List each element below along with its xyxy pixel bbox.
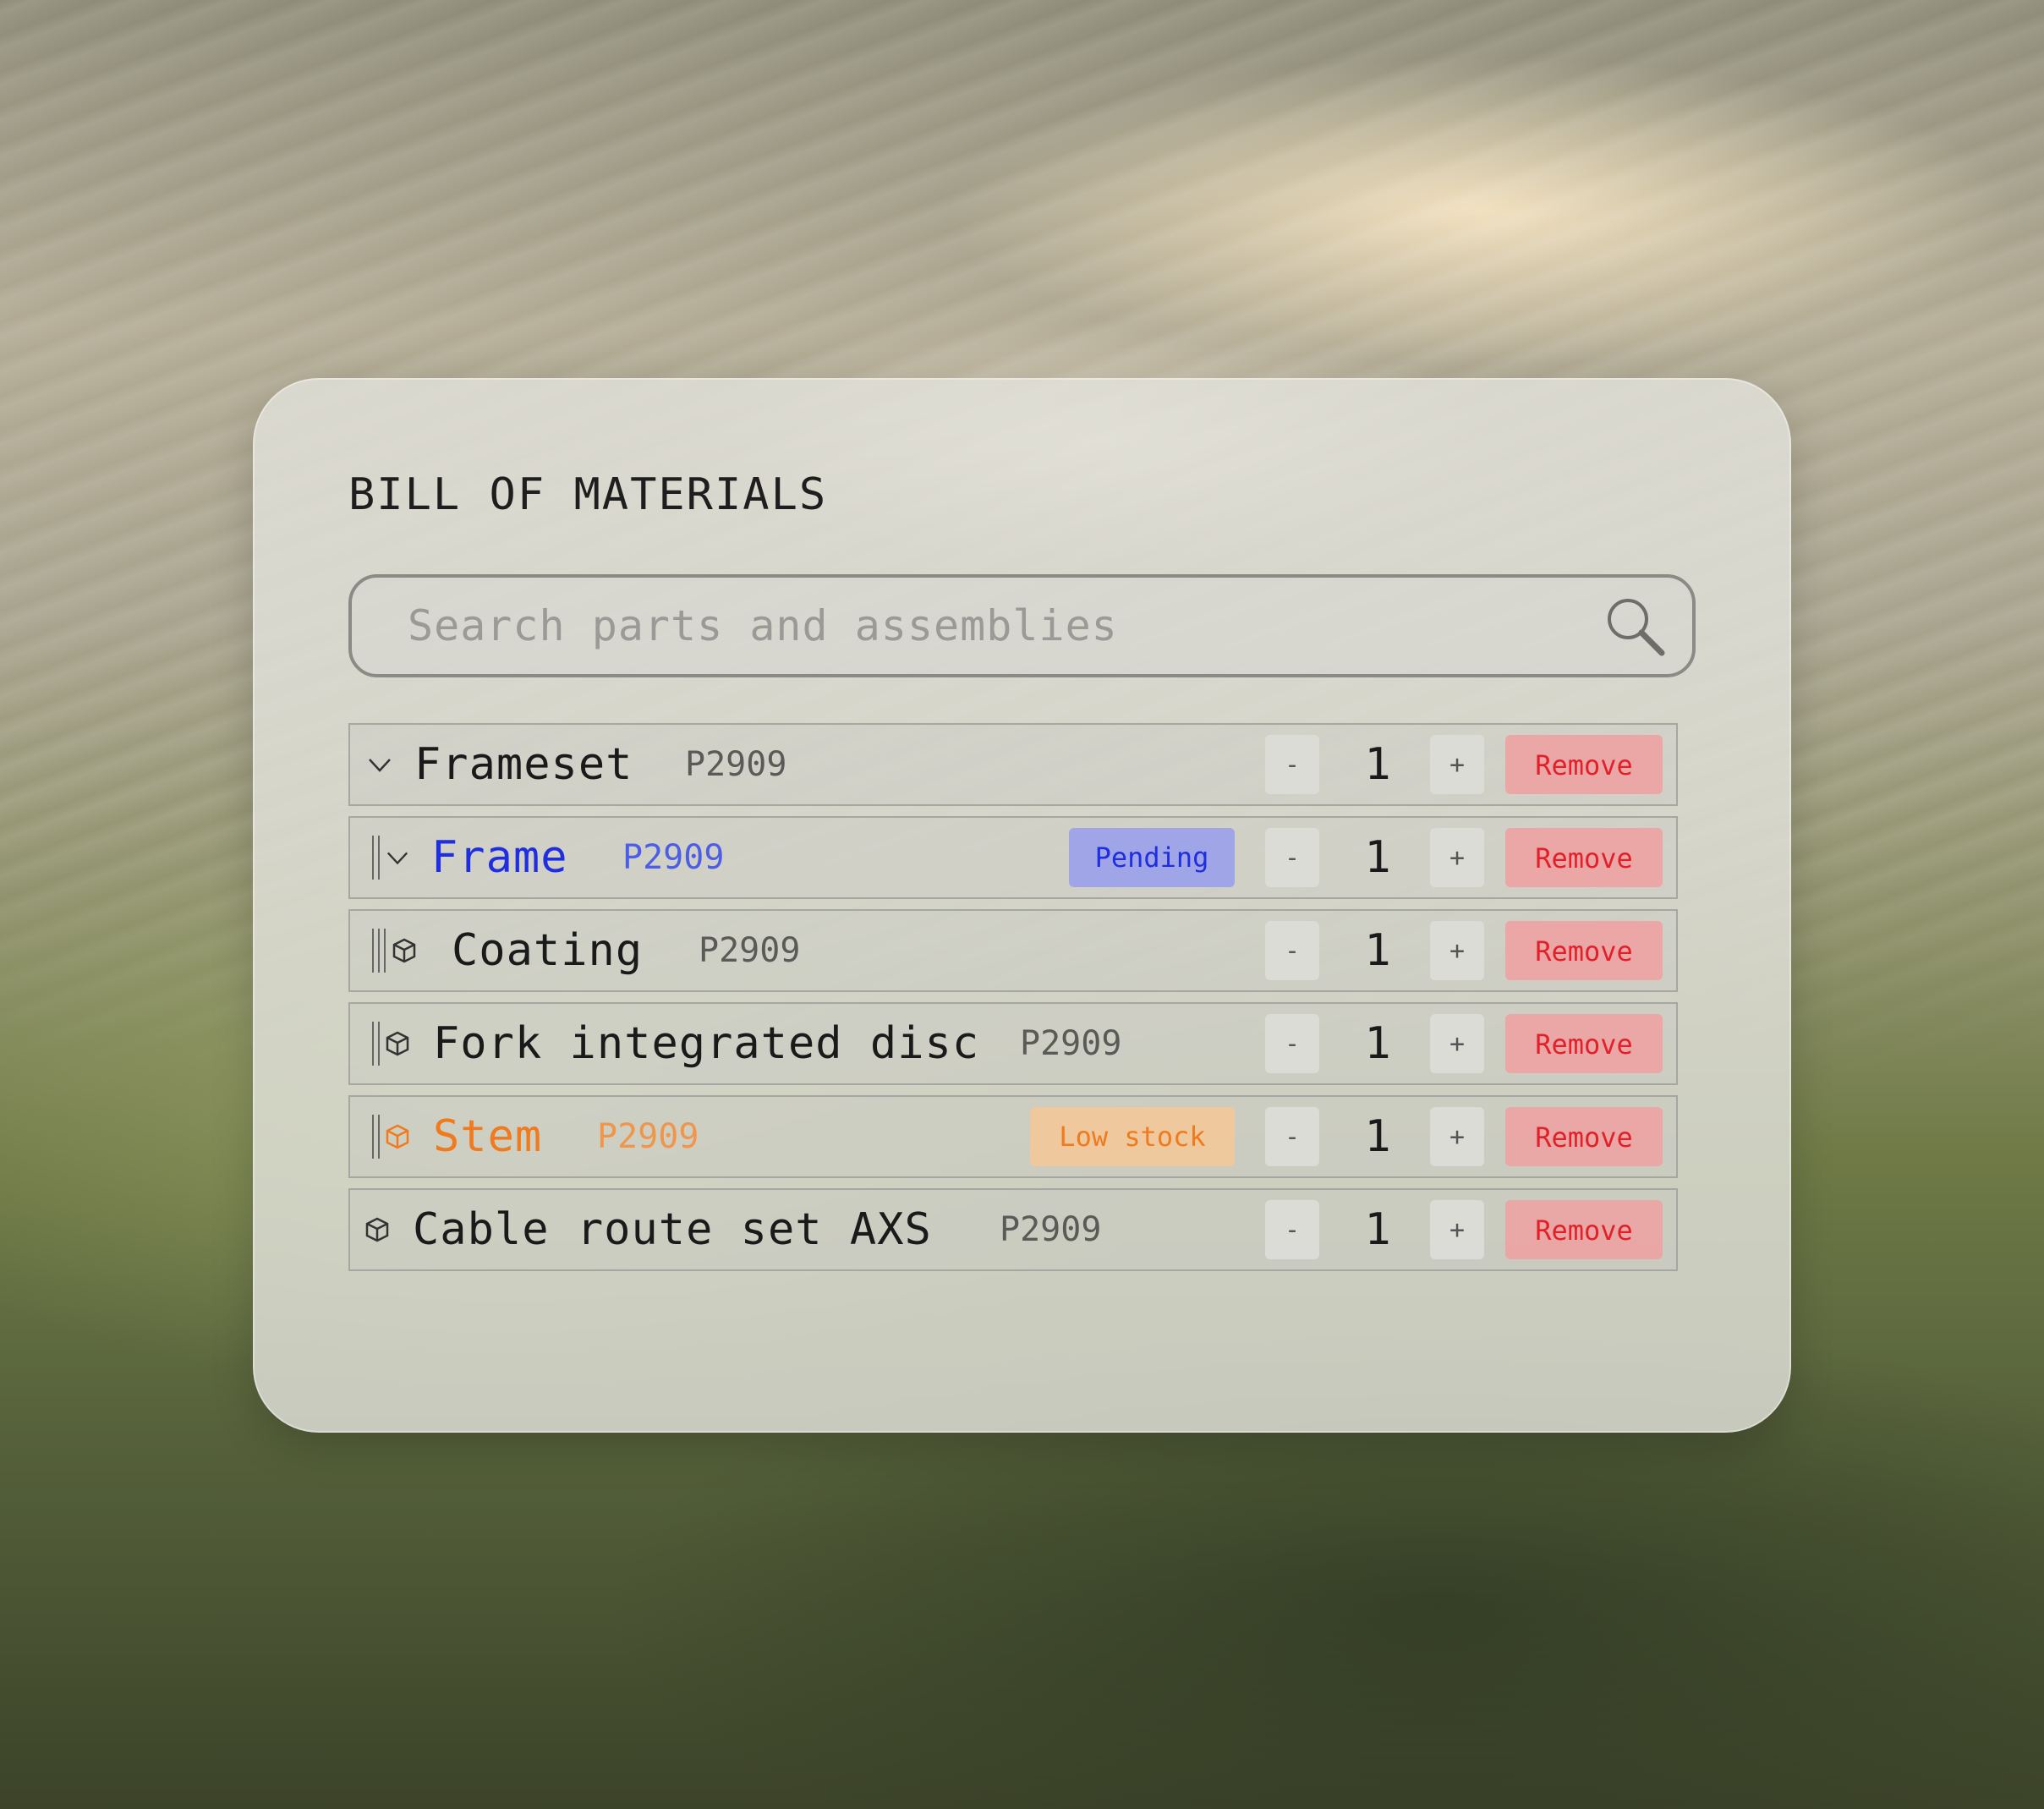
- tree-indent-icon: [370, 1004, 382, 1083]
- part-name: Coating: [452, 925, 644, 976]
- decrease-quantity-button[interactable]: -: [1265, 1200, 1319, 1259]
- remove-button[interactable]: Remove: [1505, 1200, 1663, 1259]
- decrease-quantity-button[interactable]: -: [1265, 735, 1319, 794]
- part-number: P2909: [622, 838, 725, 877]
- remove-button[interactable]: Remove: [1505, 828, 1663, 887]
- status-badge: Pending: [1069, 828, 1235, 887]
- part-name: Fork integrated disc: [433, 1018, 980, 1069]
- search-input[interactable]: [406, 600, 1601, 651]
- page-title: BILL OF MATERIALS: [348, 469, 828, 520]
- quantity-value: 1: [1364, 832, 1391, 883]
- cube-icon: [384, 1097, 411, 1176]
- tree-indent-icon: [370, 818, 382, 897]
- quantity-value: 1: [1364, 739, 1391, 790]
- part-name: Frameset: [414, 739, 633, 790]
- bom-row-frameset: Frameset P2909 - 1 + Remove: [348, 723, 1678, 806]
- quantity-value: 1: [1364, 925, 1391, 976]
- bom-row-coating: Coating P2909 - 1 + Remove: [348, 909, 1678, 992]
- decrease-quantity-button[interactable]: -: [1265, 921, 1319, 980]
- part-number: P2909: [685, 745, 787, 784]
- part-name: Frame: [431, 832, 568, 883]
- search-icon[interactable]: [1601, 592, 1669, 660]
- part-number: P2909: [1020, 1024, 1122, 1063]
- quantity-value: 1: [1364, 1111, 1391, 1162]
- increase-quantity-button[interactable]: +: [1430, 921, 1484, 980]
- tree-indent-icon: [370, 1097, 382, 1176]
- increase-quantity-button[interactable]: +: [1430, 1107, 1484, 1166]
- part-number: P2909: [699, 931, 801, 970]
- bom-row-fork-integrated-disc: Fork integrated disc P2909 - 1 + Remove: [348, 1002, 1678, 1085]
- chevron-down-icon[interactable]: [367, 725, 392, 804]
- cube-icon: [364, 1190, 391, 1269]
- tree-indent-icon: [370, 911, 389, 990]
- status-badge: Low stock: [1030, 1107, 1235, 1166]
- part-number: P2909: [1000, 1210, 1102, 1249]
- quantity-value: 1: [1364, 1204, 1391, 1255]
- part-name: Cable route set AXS: [413, 1204, 932, 1255]
- bom-row-frame: Frame P2909 Pending - 1 + Remove: [348, 816, 1678, 899]
- remove-button[interactable]: Remove: [1505, 735, 1663, 794]
- remove-button[interactable]: Remove: [1505, 921, 1663, 980]
- remove-button[interactable]: Remove: [1505, 1014, 1663, 1073]
- cube-icon: [384, 1004, 411, 1083]
- increase-quantity-button[interactable]: +: [1430, 1014, 1484, 1073]
- bom-row-stem: Stem P2909 Low stock - 1 + Remove: [348, 1095, 1678, 1178]
- quantity-value: 1: [1364, 1018, 1391, 1069]
- search-bar: [348, 574, 1696, 677]
- chevron-down-icon[interactable]: [386, 818, 409, 897]
- decrease-quantity-button[interactable]: -: [1265, 1014, 1319, 1073]
- increase-quantity-button[interactable]: +: [1430, 1200, 1484, 1259]
- bom-row-cable-route-set-axs: Cable route set AXS P2909 - 1 + Remove: [348, 1188, 1678, 1271]
- part-number: P2909: [597, 1117, 699, 1156]
- part-name: Stem: [433, 1111, 543, 1162]
- decrease-quantity-button[interactable]: -: [1265, 828, 1319, 887]
- cube-icon: [391, 911, 418, 990]
- remove-button[interactable]: Remove: [1505, 1107, 1663, 1166]
- bom-panel: [253, 378, 1791, 1433]
- increase-quantity-button[interactable]: +: [1430, 828, 1484, 887]
- decrease-quantity-button[interactable]: -: [1265, 1107, 1319, 1166]
- increase-quantity-button[interactable]: +: [1430, 735, 1484, 794]
